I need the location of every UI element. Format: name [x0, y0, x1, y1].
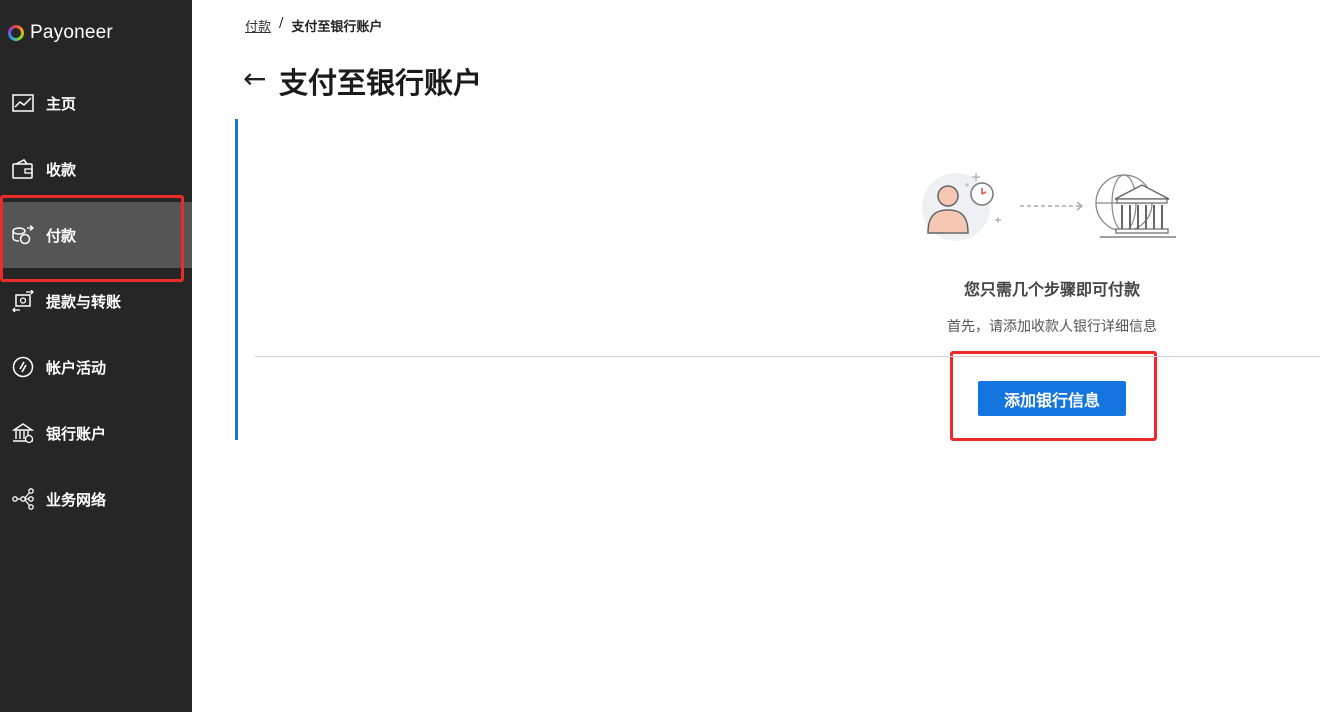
- sidebar: Payoneer 主页 收款 付款 提款与转账 帐户活动 银行账户 业务网络: [0, 0, 192, 712]
- divider: [255, 356, 1320, 357]
- sidebar-item-receive[interactable]: 收款: [0, 136, 192, 202]
- breadcrumb-link-pay[interactable]: 付款: [245, 16, 271, 35]
- logo-ring-icon: [8, 25, 24, 41]
- sidebar-item-home[interactable]: 主页: [0, 70, 192, 136]
- empty-state-subtext: 首先，请添加收款人银行详细信息: [947, 319, 1157, 335]
- sidebar-item-business-network[interactable]: 业务网络: [0, 466, 192, 532]
- sidebar-item-label: 业务网络: [46, 490, 107, 509]
- sidebar-item-label: 帐户活动: [46, 358, 107, 377]
- breadcrumb-separator: /: [279, 16, 284, 31]
- breadcrumb: 付款 / 支付至银行账户: [245, 16, 382, 35]
- person-to-bank-illustration: [918, 165, 1180, 249]
- bank-icon: [12, 422, 34, 444]
- payoneer-logo[interactable]: Payoneer: [8, 22, 113, 44]
- card-accent-bar: [235, 119, 238, 440]
- page-title: 支付至银行账户: [279, 66, 483, 100]
- breadcrumb-current: 支付至银行账户: [291, 20, 383, 35]
- sidebar-item-label: 主页: [46, 94, 77, 113]
- logo-text: Payoneer: [30, 22, 113, 43]
- sidebar-item-label: 银行账户: [46, 424, 107, 443]
- transfer-icon: [12, 290, 34, 312]
- empty-state-heading: 您只需几个步骤即可付款: [963, 280, 1140, 299]
- sidebar-item-label: 收款: [46, 160, 77, 179]
- network-icon: [12, 488, 34, 510]
- back-arrow-icon[interactable]: ←: [243, 62, 266, 95]
- sidebar-item-activity[interactable]: 帐户活动: [0, 334, 192, 400]
- sidebar-item-label: 提款与转账: [46, 292, 122, 311]
- add-bank-info-button[interactable]: 添加银行信息: [978, 381, 1126, 416]
- activity-icon: [12, 356, 34, 378]
- highlight-box-pay-nav: [0, 195, 184, 282]
- chart-icon: [12, 92, 34, 114]
- wallet-icon: [12, 158, 34, 180]
- sidebar-item-bank-accounts[interactable]: 银行账户: [0, 400, 192, 466]
